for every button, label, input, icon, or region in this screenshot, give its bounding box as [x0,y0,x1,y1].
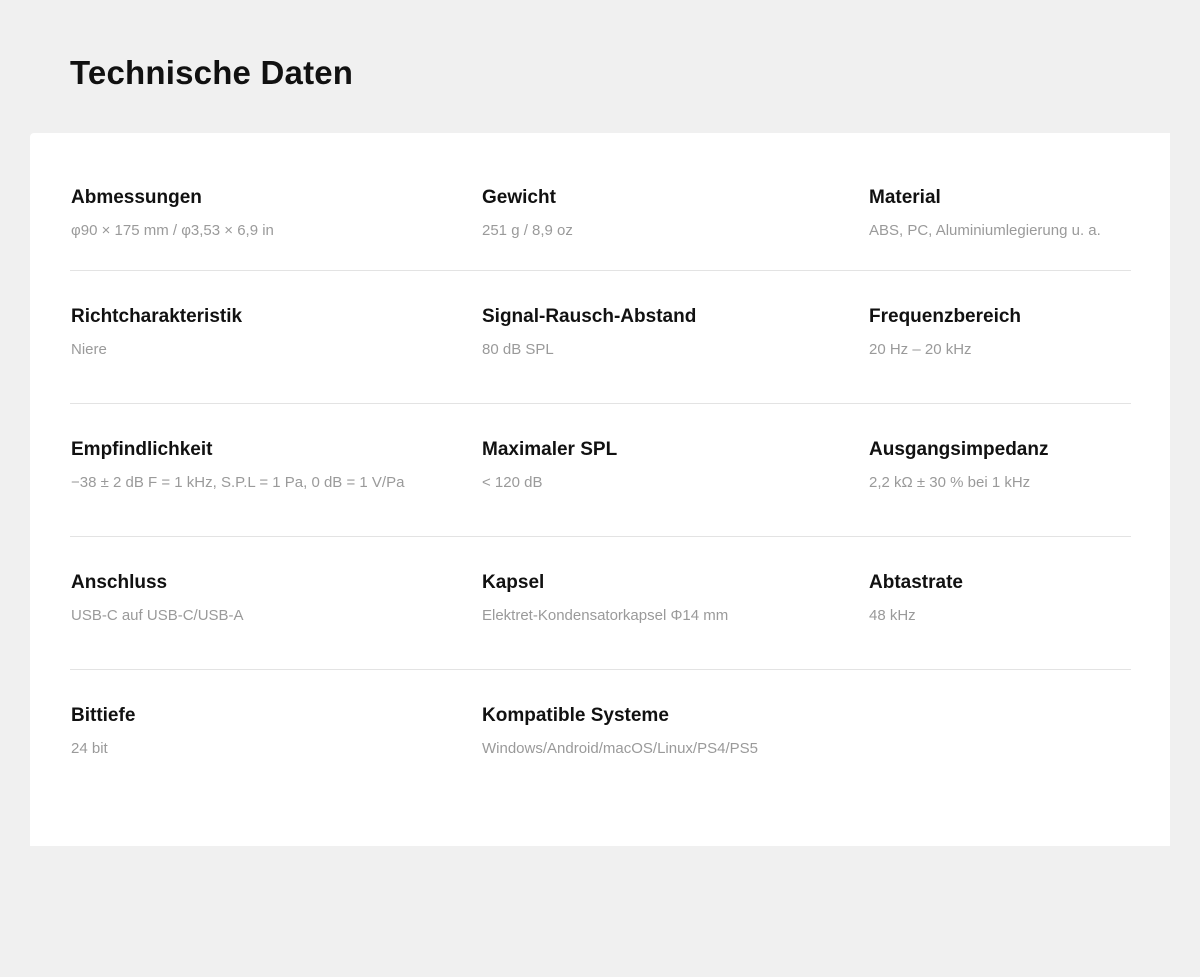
spec-item-sample-rate: Abtastrate 48 kHz [869,571,963,625]
spec-label: Abtastrate [869,572,963,593]
spec-item-weight: Gewicht 251 g / 8,9 oz [482,186,573,240]
spec-value: Windows/Android/macOS/Linux/PS4/PS5 [482,740,758,757]
spec-item-frequency-range: Frequenzbereich 20 Hz – 20 kHz [869,305,1021,359]
spec-value: 251 g / 8,9 oz [482,222,573,239]
spec-item-material: Material ABS, PC, Aluminiumlegierung u. … [869,186,1101,240]
spec-value: 80 dB SPL [482,341,554,358]
spec-item-dimensions: Abmessungen φ90 × 175 mm / φ3,53 × 6,9 i… [71,186,274,240]
spec-label: Frequenzbereich [869,306,1022,327]
spec-item-sensitivity: Empfindlichkeit −38 ± 2 dB F = 1 kHz, S.… [71,438,404,492]
specs-card: Abmessungen φ90 × 175 mm / φ3,53 × 6,9 i… [30,133,1170,846]
spec-item-polar-pattern: Richtcharakteristik Niere [71,305,242,359]
spec-value: φ90 × 175 mm / φ3,53 × 6,9 in [71,222,274,239]
spec-row: Anschluss USB-C auf USB-C/USB-A Kapsel E… [70,571,1131,670]
spec-value: ABS, PC, Aluminiumlegierung u. a. [869,222,1101,239]
spec-value: Niere [71,341,107,358]
spec-item-max-spl: Maximaler SPL < 120 dB [482,438,617,492]
spec-label: Bittiefe [71,705,136,726]
spec-value: USB-C auf USB-C/USB-A [71,607,244,624]
spec-value: Elektret-Kondensatorkapsel Φ14 mm [482,607,729,624]
spec-label: Kompatible Systeme [482,705,669,726]
spec-item-connector: Anschluss USB-C auf USB-C/USB-A [71,571,244,625]
spec-item-compatible-systems: Kompatible Systeme Windows/Android/macOS… [482,704,758,758]
spec-value: 20 Hz – 20 kHz [869,341,972,358]
spec-label: Material [869,187,941,208]
page-title: Technische Daten [70,54,354,91]
spec-item-bit-depth: Bittiefe 24 bit [71,704,135,758]
spec-value: 24 bit [71,740,108,757]
spec-value: 2,2 kΩ ± 30 % bei 1 kHz [869,474,1031,491]
spec-row: Richtcharakteristik Niere Signal-Rausch-… [70,305,1131,404]
spec-label: Ausgangsimpedanz [869,439,1049,460]
spec-label: Empfindlichkeit [71,439,213,460]
spec-label: Anschluss [71,572,168,593]
spec-row: Bittiefe 24 bit Kompatible Systeme Windo… [70,704,1131,802]
spec-label: Richtcharakteristik [71,306,243,327]
spec-label: Signal-Rausch-Abstand [482,306,697,327]
spec-value: 48 kHz [869,607,916,624]
spec-row: Abmessungen φ90 × 175 mm / φ3,53 × 6,9 i… [70,186,1131,271]
spec-label: Gewicht [482,187,556,208]
spec-label: Maximaler SPL [482,439,618,460]
spec-label: Abmessungen [71,187,202,208]
spec-value: < 120 dB [482,474,543,491]
spec-row: Empfindlichkeit −38 ± 2 dB F = 1 kHz, S.… [70,438,1131,537]
spec-item-output-impedance: Ausgangsimpedanz 2,2 kΩ ± 30 % bei 1 kHz [869,438,1048,492]
spec-item-snr: Signal-Rausch-Abstand 80 dB SPL [482,305,696,359]
spec-item-capsule: Kapsel Elektret-Kondensatorkapsel Φ14 mm [482,571,728,625]
spec-label: Kapsel [482,572,545,593]
spec-value: −38 ± 2 dB F = 1 kHz, S.P.L = 1 Pa, 0 dB… [71,474,405,491]
